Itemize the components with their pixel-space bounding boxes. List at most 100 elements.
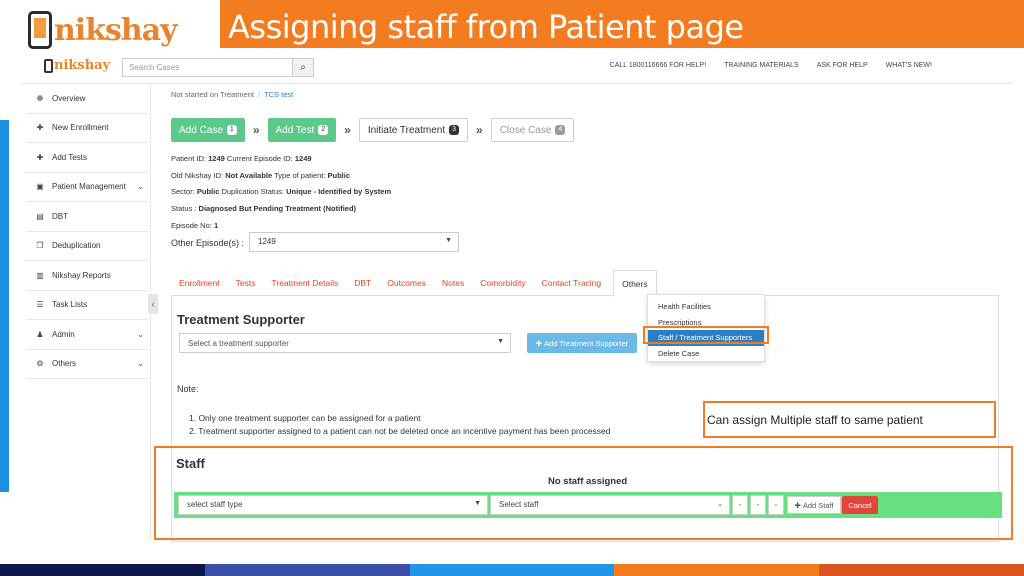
tab-treatment-details[interactable]: Treatment Details	[263, 270, 346, 295]
tab-dbt[interactable]: DBT	[346, 270, 379, 295]
app-logo[interactable]: nikshay	[44, 58, 110, 73]
menu-item-delete-case[interactable]: Delete Case	[648, 346, 764, 362]
sidebar-item-label: New Enrollment	[52, 123, 109, 133]
episode-no-line: Episode No: 1	[171, 221, 219, 230]
app-logo-text: nikshay	[54, 58, 111, 73]
breadcrumb: Not started on Treatment / TCS test	[171, 90, 294, 99]
phone-logo-icon	[28, 11, 52, 49]
select-placeholder: Select staff	[499, 500, 539, 509]
search-icon: ⌕	[300, 62, 306, 73]
double-chevron-icon: »	[252, 123, 260, 137]
note-list: 1. Only one treatment supporter can be a…	[189, 412, 611, 438]
sidebar-item-label: Overview	[52, 93, 86, 103]
menu-highlight-box	[643, 326, 769, 344]
cancel-button[interactable]: Cancel	[842, 496, 878, 514]
double-chevron-icon: »	[344, 123, 351, 137]
add-test-step[interactable]: Add Test 2	[267, 118, 337, 142]
gear-icon: ⚙	[36, 359, 44, 369]
tab-notes[interactable]: Notes	[434, 270, 472, 295]
search-button[interactable]: ⌕	[292, 58, 314, 77]
step-number: 3	[449, 125, 460, 135]
sidebar-item-admin[interactable]: ♟ Admin ⌄	[26, 320, 148, 350]
whats-new-link[interactable]: WHAT'S NEW!	[886, 62, 932, 69]
close-case-step[interactable]: Close Case 4	[490, 118, 575, 142]
double-chevron-icon: »	[476, 123, 483, 137]
tab-comorbidity[interactable]: Comorbidity	[472, 270, 533, 295]
menu-item-health-facilities[interactable]: Health Facilities	[648, 299, 764, 315]
sidebar-item-task-lists[interactable]: ☰ Task Lists	[26, 291, 148, 320]
search-input[interactable]: Search Cases	[122, 58, 314, 77]
tab-outcomes[interactable]: Outcomes	[379, 270, 434, 295]
other-episodes-select[interactable]: 1249 ▼	[249, 232, 459, 252]
sidebar-item-label: Patient Management	[52, 182, 126, 192]
sidebar-item-deduplication[interactable]: ❐ Deduplication	[26, 232, 148, 261]
user-icon: ♟	[36, 329, 44, 339]
sidebar-item-patient-management[interactable]: ▣ Patient Management ⌄	[26, 173, 148, 202]
staff-type-select[interactable]: select staff type ▼	[178, 495, 488, 515]
sidebar-item-others[interactable]: ⚙ Others ⌄	[26, 350, 148, 379]
add-case-step[interactable]: Add Case 1	[171, 118, 245, 142]
slide-title: Assigning staff from Patient page	[228, 8, 744, 46]
staff-title: Staff	[176, 456, 205, 471]
tab-others[interactable]: Others	[613, 270, 657, 297]
footer-bar	[614, 564, 820, 576]
callout-box: Can assign Multiple staff to same patien…	[703, 401, 996, 438]
tab-enrollment[interactable]: Enrollment	[171, 270, 228, 295]
plus-icon: ✚	[36, 152, 44, 162]
old-id-line: Old Nikshay ID: Not Available Type of pa…	[171, 171, 351, 180]
add-staff-button[interactable]: ✚ Add Staff	[787, 496, 841, 514]
ask-for-help-link[interactable]: ASK FOR HELP	[817, 62, 868, 69]
select-value: 1249	[258, 237, 276, 246]
caret-down-icon: ▼	[497, 338, 504, 345]
breadcrumb-patient[interactable]: TCS test	[264, 90, 293, 99]
staff-field-2[interactable]: -	[750, 495, 766, 515]
treatment-supporter-title: Treatment Supporter	[177, 312, 305, 327]
footer-bar	[0, 564, 205, 576]
plus-icon: ✚	[36, 123, 44, 133]
report-icon: ▥	[36, 270, 44, 280]
slide-title-bar: Assigning staff from Patient page	[220, 0, 1024, 48]
sidebar-item-label: Add Tests	[52, 152, 87, 162]
sidebar-item-label: Admin	[52, 329, 75, 339]
briefcase-icon: ▣	[36, 182, 44, 192]
initiate-treatment-step[interactable]: Initiate Treatment 3	[358, 118, 469, 142]
caret-down-icon: ▼	[474, 500, 481, 507]
breadcrumb-status[interactable]: Not started on Treatment	[171, 90, 254, 99]
staff-field-3[interactable]: -	[768, 495, 784, 515]
staff-select[interactable]: Select staff ⌄	[490, 495, 730, 515]
copy-icon: ❐	[36, 241, 44, 251]
money-icon: ▤	[36, 211, 44, 221]
chevron-down-icon: ⌄	[137, 359, 144, 369]
sidebar-item-overview[interactable]: ❁ Overview	[26, 84, 148, 114]
sidebar-item-label: Others	[52, 359, 77, 369]
tab-contact-tracing[interactable]: Contact Tracing	[534, 270, 610, 295]
top-links: CALL 1800116666 FOR HELP! TRAINING MATER…	[610, 62, 932, 69]
sidebar-item-nikshay-reports[interactable]: ▥ Nikshay Reports	[26, 261, 148, 291]
select-placeholder: Select a treatment supporter	[188, 339, 289, 348]
staff-field-1[interactable]: -	[732, 495, 748, 515]
app-header: nikshay Search Cases ⌕ CALL 1800116666 F…	[22, 52, 1012, 84]
sector-line: Sector: Public Duplication Status: Uniqu…	[171, 187, 392, 196]
help-call-link[interactable]: CALL 1800116666 FOR HELP!	[610, 62, 707, 69]
sidebar-item-dbt[interactable]: ▤ DBT	[26, 202, 148, 232]
sidebar-item-label: Task Lists	[52, 300, 88, 310]
nikshay-logo: nikshay	[28, 8, 184, 52]
status-line: Status : Diagnosed But Pending Treatment…	[171, 204, 357, 213]
caret-down-icon: ▼	[445, 237, 452, 244]
footer-bar	[819, 564, 1024, 576]
dashboard-icon: ❁	[36, 93, 44, 103]
footer-bar	[409, 564, 615, 576]
sidebar-item-label: Deduplication	[52, 241, 101, 251]
sidebar-item-new-enrollment[interactable]: ✚ New Enrollment	[26, 114, 148, 143]
case-steps: Add Case 1 » Add Test 2 » Initiate Treatme…	[171, 118, 575, 142]
tab-tests[interactable]: Tests	[228, 270, 264, 295]
training-materials-link[interactable]: TRAINING MATERIALS	[724, 62, 799, 69]
patient-id-line: Patient ID: 1249 Current Episode ID: 124…	[171, 154, 312, 163]
treatment-supporter-select[interactable]: Select a treatment supporter ▼	[179, 333, 511, 353]
add-treatment-supporter-button[interactable]: ✚ Add Treatment Supporter	[527, 333, 637, 353]
sidebar-item-label: Nikshay Reports	[52, 270, 111, 280]
step-label: Initiate Treatment	[367, 124, 446, 136]
other-episodes-label: Other Episode(s) :	[171, 238, 245, 248]
step-label: Close Case	[499, 124, 552, 136]
sidebar-item-add-tests[interactable]: ✚ Add Tests	[26, 143, 148, 173]
